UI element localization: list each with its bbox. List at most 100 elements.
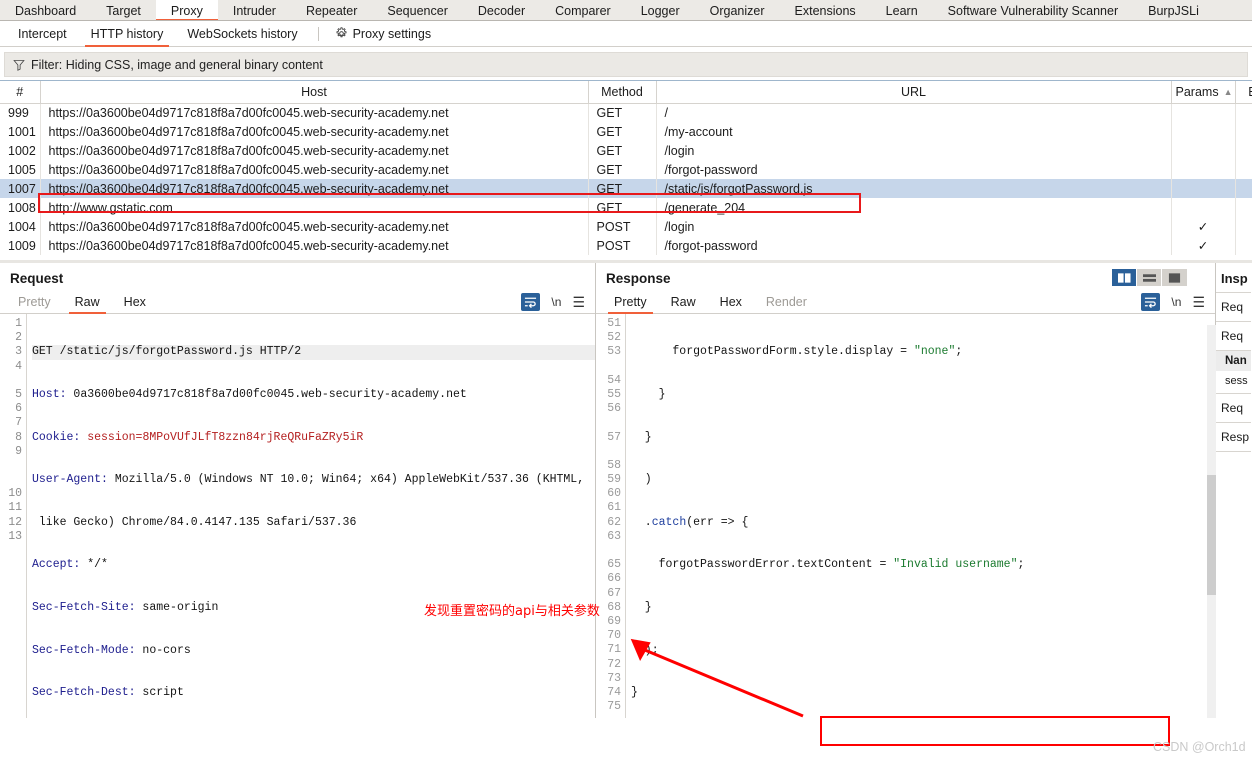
req-line: like Gecko) Chrome/84.0.4147.135 Safari/… — [32, 515, 357, 529]
cell-number: 1009 — [0, 236, 41, 255]
table-row[interactable]: 1005 https://0a3600be04d9717c818f8a7d00f… — [0, 160, 1252, 179]
col-header-edited[interactable]: Edited — [1235, 81, 1252, 104]
main-tab-target[interactable]: Target — [91, 0, 156, 20]
wrap-lines-icon[interactable] — [1141, 292, 1161, 311]
cell-params: ✓ — [1171, 217, 1236, 236]
col-header-url[interactable]: URL — [656, 81, 1172, 104]
cell-url: /forgot-password — [656, 160, 1172, 179]
filter-text: Filter: Hiding CSS, image and general bi… — [31, 57, 323, 72]
sub-tab-websockets-history[interactable]: WebSockets history — [175, 21, 309, 47]
col-header-host[interactable]: Host — [40, 81, 589, 104]
menu-icon[interactable]: ☰ — [572, 295, 585, 309]
cell-host: https://0a3600be04d9717c818f8a7d00fc0045… — [40, 122, 589, 141]
cell-method: GET — [588, 141, 657, 160]
cell-number: 999 — [0, 103, 41, 122]
scrollbar-thumb[interactable] — [1207, 475, 1216, 595]
proxy-settings-button[interactable]: Proxy settings — [327, 27, 440, 41]
response-line-numbers: 51 52 53 54 55 56 57 58 59 60 61 62 63 6… — [596, 314, 626, 718]
inspector-section-request-query-params[interactable]: Req — [1216, 293, 1251, 322]
request-tab-raw[interactable]: Raw — [63, 290, 112, 314]
cell-url: /login — [656, 217, 1172, 236]
response-code-body: forgotPasswordForm.style.display = "none… — [631, 345, 1025, 700]
main-tab-label: Comparer — [555, 4, 611, 18]
main-tab-label: Decoder — [477, 4, 526, 18]
single-pane-layout-button[interactable] — [1162, 269, 1187, 286]
filter-bar[interactable]: Filter: Hiding CSS, image and general bi… — [4, 52, 1248, 77]
http-history-table[interactable]: # Host Method URL Params▲ Edited S 999 h… — [0, 80, 1252, 260]
sub-tab-http-history[interactable]: HTTP history — [79, 21, 176, 47]
message-editor-split: Request Pretty Raw Hex \n ☰ 1 2 3 4 5 6 — [0, 260, 1252, 718]
main-tab-organizer[interactable]: Organizer — [695, 0, 780, 20]
main-tab-extensions[interactable]: Extensions — [780, 0, 871, 20]
cell-number: 1002 — [0, 141, 41, 160]
response-tab-pretty[interactable]: Pretty — [602, 290, 659, 314]
response-tab-hex[interactable]: Hex — [708, 290, 754, 314]
main-tab-label: Target — [106, 4, 141, 18]
response-tab-bar[interactable]: Pretty Raw Hex Render \n ☰ — [596, 290, 1215, 314]
cell-host: https://0a3600be04d9717c818f8a7d00fc0045… — [40, 217, 589, 236]
cell-number: 1001 — [0, 122, 41, 141]
cell-number: 1005 — [0, 160, 41, 179]
inspector-section-request-headers[interactable]: Req — [1216, 394, 1251, 423]
inspector-section-request-cookies[interactable]: Req — [1216, 322, 1251, 351]
main-tab-software-vulnerability-scanner[interactable]: Software Vulnerability Scanner — [933, 0, 1133, 20]
response-tools[interactable]: \n ☰ — [1141, 292, 1215, 311]
main-tab-logger[interactable]: Logger — [626, 0, 695, 20]
request-code-editor[interactable]: 1 2 3 4 5 6 7 8 9 10 11 12 13 GET /stati… — [0, 314, 595, 718]
col-header-method[interactable]: Method — [588, 81, 657, 104]
gear-icon — [335, 27, 348, 40]
newline-icon[interactable]: \n — [551, 295, 561, 309]
request-tab-hex[interactable]: Hex — [112, 290, 158, 314]
layout-toggle-group[interactable] — [1112, 269, 1187, 286]
wrap-lines-icon[interactable] — [521, 292, 541, 311]
main-tab-label: Learn — [885, 4, 918, 18]
main-tab-label: Organizer — [709, 4, 765, 18]
cell-url: /my-account — [656, 122, 1172, 141]
table-row[interactable]: 1002 https://0a3600be04d9717c818f8a7d00f… — [0, 141, 1252, 160]
main-tab-label: Logger — [640, 4, 680, 18]
response-tab-raw[interactable]: Raw — [659, 290, 708, 314]
sort-ascending-icon: ▲ — [1223, 87, 1233, 98]
menu-icon[interactable]: ☰ — [1192, 295, 1205, 309]
cell-edited — [1235, 141, 1252, 160]
inspector-column-name: Nan — [1216, 351, 1251, 371]
inspector-section-response-headers[interactable]: Resp — [1216, 423, 1251, 452]
table-row[interactable]: 1001 https://0a3600be04d9717c818f8a7d00f… — [0, 122, 1252, 141]
table-row[interactable]: 1009 https://0a3600be04d9717c818f8a7d00f… — [0, 236, 1252, 255]
main-tab-dashboard[interactable]: Dashboard — [0, 0, 91, 20]
sub-tab-intercept[interactable]: Intercept — [6, 21, 79, 47]
table-row[interactable]: 1004 https://0a3600be04d9717c818f8a7d00f… — [0, 217, 1252, 236]
main-tab-learn[interactable]: Learn — [871, 0, 933, 20]
table-row-selected[interactable]: 1007 https://0a3600be04d9717c818f8a7d00f… — [0, 179, 1252, 198]
newline-icon[interactable]: \n — [1171, 295, 1181, 309]
cell-number: 1008 — [0, 198, 41, 217]
response-code-editor[interactable]: 51 52 53 54 55 56 57 58 59 60 61 62 63 6… — [596, 314, 1215, 718]
col-header-number[interactable]: # — [0, 81, 41, 104]
main-tab-decoder[interactable]: Decoder — [463, 0, 540, 20]
col-header-params[interactable]: Params ▲ — [1171, 81, 1236, 104]
request-tab-bar[interactable]: Pretty Raw Hex \n ☰ — [0, 290, 595, 314]
main-tab-sequencer[interactable]: Sequencer — [372, 0, 462, 20]
response-scrollbar[interactable] — [1207, 325, 1216, 718]
stacked-layout-button[interactable] — [1137, 269, 1162, 286]
main-tab-bar[interactable]: Dashboard Target Proxy Intruder Repeater… — [0, 0, 1252, 21]
response-tab-render[interactable]: Render — [754, 290, 819, 314]
cell-params — [1171, 198, 1236, 217]
side-by-side-layout-button[interactable] — [1112, 269, 1137, 286]
main-tab-intruder[interactable]: Intruder — [218, 0, 291, 20]
proxy-sub-tab-bar[interactable]: Intercept HTTP history WebSockets histor… — [0, 21, 1252, 47]
main-tab-burpjsli[interactable]: BurpJSLi — [1133, 0, 1214, 20]
cell-method: GET — [588, 179, 657, 198]
main-tab-comparer[interactable]: Comparer — [540, 0, 626, 20]
main-tab-repeater[interactable]: Repeater — [291, 0, 372, 20]
request-tools[interactable]: \n ☰ — [521, 292, 595, 311]
cell-host: https://0a3600be04d9717c818f8a7d00fc0045… — [40, 160, 589, 179]
table-row[interactable]: 1008 http://www.gstatic.com GET /generat… — [0, 198, 1252, 217]
main-tab-proxy[interactable]: Proxy — [155, 0, 218, 20]
cell-url: /static/js/forgotPassword.js — [656, 179, 1172, 198]
cell-url: /login — [656, 141, 1172, 160]
table-row[interactable]: 999 https://0a3600be04d9717c818f8a7d00fc… — [0, 103, 1252, 122]
request-tab-pretty[interactable]: Pretty — [6, 290, 63, 314]
inspector-cookie-name: sess — [1216, 371, 1251, 394]
cell-params — [1171, 160, 1236, 179]
